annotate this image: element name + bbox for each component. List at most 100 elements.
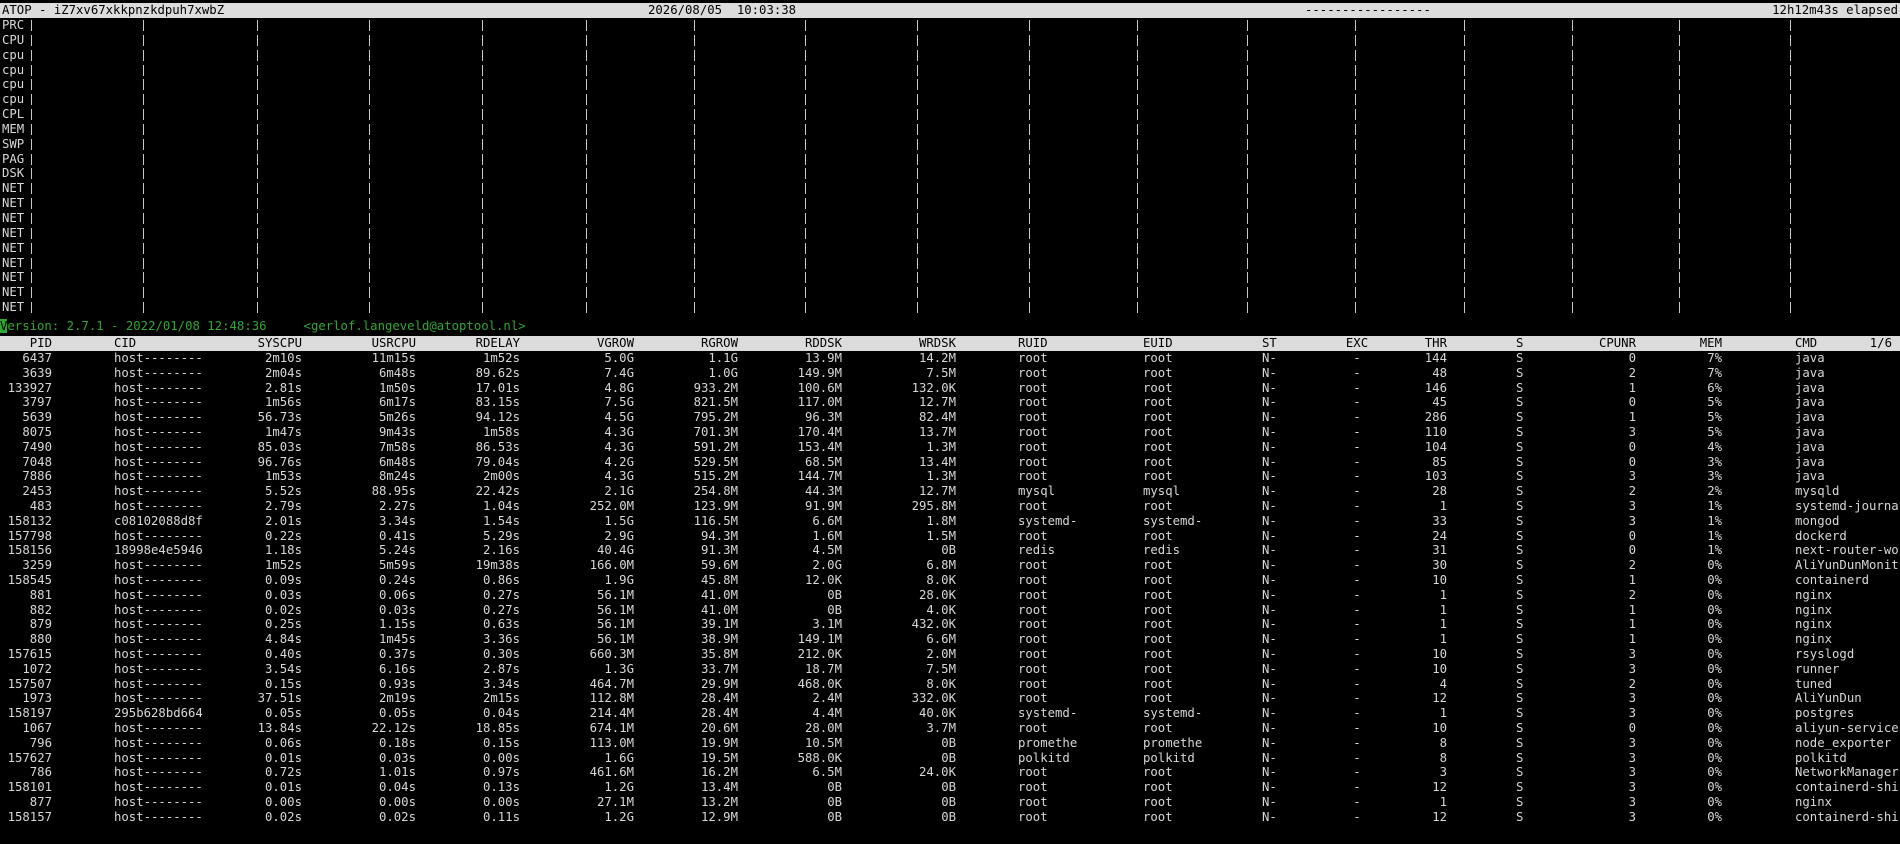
process-cpunr: 3 <box>1628 661 1636 676</box>
column-separator <box>1029 302 1030 314</box>
process-row[interactable]: 158156 18998e4e5946 1.18s 5.24s 2.16s 40.4G 91… <box>0 543 1900 558</box>
process-rddsk: 96.3M <box>804 410 842 425</box>
column-separator <box>369 287 370 299</box>
process-row[interactable]: 1067 host-------- 13.84s 22.12s 18.85s 674.1M… <box>0 721 1900 736</box>
process-row[interactable]: 880 host-------- 4.84s 1m45s 3.36s 56.1M 38.9M… <box>0 632 1900 647</box>
process-vgrow: 660.3M <box>589 646 634 661</box>
process-euid: root <box>1143 780 1173 795</box>
column-separator <box>1572 79 1573 91</box>
process-row[interactable]: 158132 c08102088d8f 2.01s 3.34s 1.54s 1.5G 116… <box>0 514 1900 529</box>
process-row[interactable]: 157615 host-------- 0.40s 0.37s 0.30s 660.3M 3… <box>0 647 1900 662</box>
process-rgrow: 821.5M <box>693 395 738 410</box>
process-row[interactable]: 2453 host-------- 5.52s 88.95s 22.42s 2.1G 254… <box>0 484 1900 499</box>
process-ruid: root <box>1018 691 1048 706</box>
process-thr: 12 <box>1432 691 1447 706</box>
process-cmd: java <box>1795 410 1825 425</box>
process-row[interactable]: 133927 host-------- 2.81s 1m50s 17.01s 4.8G 93… <box>0 381 1900 396</box>
process-row[interactable]: 483 host-------- 2.79s 2.27s 1.04s 252.0M 123.… <box>0 499 1900 514</box>
process-s: S <box>1516 498 1524 513</box>
process-exc: - <box>1353 617 1361 632</box>
process-vgrow: 7.5G <box>604 395 634 410</box>
process-cpunr: 0 <box>1628 720 1636 735</box>
process-rdelay: 17.01s <box>475 380 520 395</box>
column-separator <box>586 123 587 135</box>
process-row[interactable]: 1072 host-------- 3.54s 6.16s 2.87s 1.3G 33.7M… <box>0 662 1900 677</box>
process-st: N- <box>1262 410 1277 425</box>
process-ruid: root <box>1018 632 1048 647</box>
process-cmd: java <box>1795 351 1825 365</box>
process-usrcpu: 22.12s <box>371 720 416 735</box>
process-row[interactable]: 158545 host-------- 0.09s 0.24s 0.86s 1.9G 45.… <box>0 573 1900 588</box>
column-separator <box>586 257 587 269</box>
column-separator <box>1679 257 1680 269</box>
column-separator <box>143 272 144 284</box>
process-euid: root <box>1143 528 1173 543</box>
process-row[interactable]: 786 host-------- 0.72s 1.01s 0.97s 461.6M 16.2… <box>0 765 1900 780</box>
process-row[interactable]: 1973 host-------- 37.51s 2m19s 2m15s 112.8M 28… <box>0 691 1900 706</box>
column-header-s: S <box>1516 336 1524 350</box>
system-row-label: NET <box>2 285 25 300</box>
process-row[interactable]: 881 host-------- 0.03s 0.06s 0.27s 56.1M 41.0M… <box>0 588 1900 603</box>
process-rdelay: 19m38s <box>475 558 520 573</box>
process-pid: 796 <box>29 735 52 750</box>
column-separator <box>257 109 258 121</box>
process-row[interactable]: 877 host-------- 0.00s 0.00s 0.00s 27.1M 13.2M… <box>0 795 1900 810</box>
process-rdelay: 2.87s <box>482 661 520 676</box>
column-separator <box>1137 64 1138 76</box>
process-row[interactable]: 157798 host-------- 0.22s 0.41s 5.29s 2.9G 94.… <box>0 529 1900 544</box>
column-separator <box>1247 138 1248 150</box>
column-separator <box>369 168 370 180</box>
process-euid: root <box>1143 424 1173 439</box>
column-separator <box>586 138 587 150</box>
column-separator <box>917 49 918 61</box>
process-row[interactable]: 7048 host-------- 96.76s 6m48s 79.04s 4.2G 529… <box>0 455 1900 470</box>
process-row[interactable]: 3797 host-------- 1m56s 6m17s 83.15s 7.5G 821.… <box>0 395 1900 410</box>
process-row[interactable]: 8075 host-------- 1m47s 9m43s 1m58s 4.3G 701.3… <box>0 425 1900 440</box>
process-wrdsk: 0B <box>941 735 956 750</box>
process-mem: 0% <box>1707 780 1722 795</box>
column-separator <box>257 212 258 224</box>
process-row[interactable]: 3259 host-------- 1m52s 5m59s 19m38s 166.0M 59… <box>0 558 1900 573</box>
column-separator <box>1790 198 1791 210</box>
process-row[interactable]: 158157 host-------- 0.02s 0.02s 0.11s 1.2G 12.… <box>0 810 1900 825</box>
process-row[interactable]: 879 host-------- 0.25s 1.15s 0.63s 56.1M 39.1M… <box>0 617 1900 632</box>
process-rddsk: 0B <box>827 780 842 795</box>
process-row[interactable]: 157507 host-------- 0.15s 0.93s 3.34s 464.7M 2… <box>0 677 1900 692</box>
column-separator <box>1137 198 1138 210</box>
column-header-pid: PID <box>29 336 52 350</box>
process-syscpu: 2.79s <box>264 498 302 513</box>
column-separator <box>143 302 144 314</box>
process-exc: - <box>1353 676 1361 691</box>
column-separator <box>1464 257 1465 269</box>
process-row[interactable]: 3639 host-------- 2m04s 6m48s 89.62s 7.4G 1.0G… <box>0 366 1900 381</box>
column-separator <box>1355 183 1356 195</box>
process-row[interactable]: 796 host-------- 0.06s 0.18s 0.15s 113.0M 19.9… <box>0 736 1900 751</box>
process-row[interactable]: 158197 295b628bd664 0.05s 0.05s 0.04s 214.4M 2… <box>0 706 1900 721</box>
column-separator <box>1790 242 1791 254</box>
process-rdelay: 0.13s <box>482 780 520 795</box>
column-header-syscpu: SYSCPU <box>257 336 302 350</box>
column-separator <box>257 198 258 210</box>
column-separator <box>257 183 258 195</box>
process-row[interactable]: 157627 host-------- 0.01s 0.03s 0.00s 1.6G 19.… <box>0 751 1900 766</box>
process-ruid: root <box>1018 780 1048 795</box>
column-header-cpunr: CPUNR <box>1598 336 1636 350</box>
process-row[interactable]: 158101 host-------- 0.01s 0.04s 0.13s 1.2G 13.… <box>0 780 1900 795</box>
process-exc: - <box>1353 439 1361 454</box>
process-exc: - <box>1353 602 1361 617</box>
process-vgrow: 1.5G <box>604 513 634 528</box>
process-row[interactable]: 7886 host-------- 1m53s 8m24s 2m00s 4.3G 515.2… <box>0 469 1900 484</box>
process-pid: 157507 <box>7 676 52 691</box>
process-row[interactable]: 6437 host-------- 2m10s 11m15s 1m52s 5.0G 1.1G… <box>0 351 1900 366</box>
process-ruid: promethe <box>1018 735 1078 750</box>
process-mem: 1% <box>1707 498 1722 513</box>
process-s: S <box>1516 706 1524 721</box>
process-syscpu: 0.06s <box>264 735 302 750</box>
column-separator <box>586 109 587 121</box>
column-separator <box>1247 212 1248 224</box>
process-row[interactable]: 7490 host-------- 85.03s 7m58s 86.53s 4.3G 591… <box>0 440 1900 455</box>
process-row[interactable]: 5639 host-------- 56.73s 5m26s 94.12s 4.5G 795… <box>0 410 1900 425</box>
process-cmd: rsyslogd <box>1795 646 1855 661</box>
column-separator <box>694 109 695 121</box>
process-row[interactable]: 882 host-------- 0.02s 0.03s 0.27s 56.1M 41.0M… <box>0 603 1900 618</box>
